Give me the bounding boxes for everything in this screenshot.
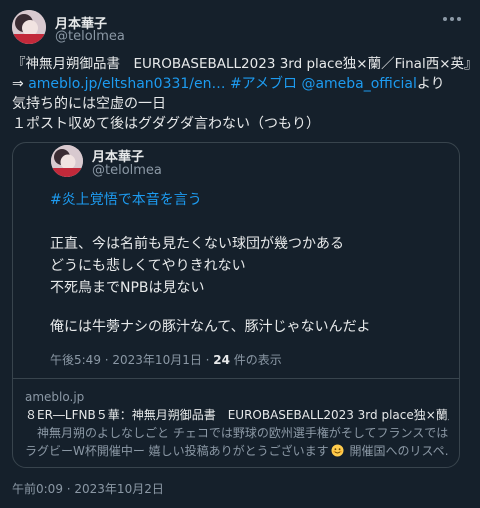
mention-link[interactable]: @ameba_official: [301, 76, 416, 92]
smiling-face-emoji-icon: [331, 444, 344, 457]
more-options-button[interactable]: [440, 10, 464, 28]
hashtag-link[interactable]: #アメブロ: [230, 76, 297, 92]
view-count: 24: [213, 353, 230, 367]
post-link[interactable]: ameblo.jp/eltshan0331/en…: [28, 76, 225, 92]
post-timestamp[interactable]: 午前0:09 · 2023年10月2日: [12, 480, 164, 497]
post-text-line: 『神無月朔御品書 EUROBASEBALL2023 3rd place独×蘭／F…: [12, 56, 478, 72]
link-card-domain: ameblo.jp: [25, 390, 85, 404]
author-handle[interactable]: @telolmea: [55, 29, 125, 44]
quoted-text-line: 俺には牛蒡ナシの豚汁なんて、豚汁じゃないんだよ: [50, 319, 371, 335]
link-preview-card[interactable]: ameblo.jp ８ER―LFNB５華：神無月朔御品書 EUROBASEBAL…: [13, 379, 459, 467]
link-card-title: ８ER―LFNB５華：神無月朔御品書 EUROBASEBALL2023 3rd …: [25, 408, 449, 422]
quoted-text-line: 正直、今は名前も見たくない球団が幾つかある: [50, 236, 344, 252]
more-horizontal-icon: [443, 17, 461, 21]
author-avatar[interactable]: [12, 10, 46, 44]
post-text-line: １ポスト収めて後はグダグダ言わない（つもり）: [12, 116, 320, 132]
link-card-description: 神無月朔のよしなしごと チェコでは野球の欧州選手権がそしてフランスでは: [25, 426, 449, 440]
quoted-author-avatar[interactable]: [51, 145, 83, 177]
post-text-suffix: より: [416, 76, 445, 92]
quoted-text-line: 不死鳥までNPBは見ない: [50, 280, 205, 296]
quoted-text-line: どうにも悲しくてやりきれない: [50, 258, 246, 274]
quoted-hashtag[interactable]: #炎上覚悟で本音を言う: [50, 190, 202, 210]
quoted-author-handle[interactable]: @telolmea: [92, 163, 162, 178]
link-card-description: ラグビーW杯開催中ー 嬉しい投稿ありがとうございます 開催国へのリスペ…: [25, 444, 449, 458]
view-count-label: 件の表示: [229, 353, 282, 367]
quoted-meta: 午後5:49 · 2023年10月1日 · 24 件の表示: [50, 351, 282, 368]
post-text-line: 気持ち的には空虚の一日: [12, 96, 166, 112]
quoted-post[interactable]: 月本華子 @telolmea #炎上覚悟で本音を言う 正直、今は名前も見たくない…: [12, 142, 460, 468]
post-text-line-links: ⇒ ameblo.jp/eltshan0331/en… #アメブロ @ameba…: [12, 74, 445, 94]
quoted-timestamp[interactable]: 午後5:49 · 2023年10月1日 ·: [50, 353, 213, 367]
arrow-text: ⇒: [12, 76, 29, 92]
